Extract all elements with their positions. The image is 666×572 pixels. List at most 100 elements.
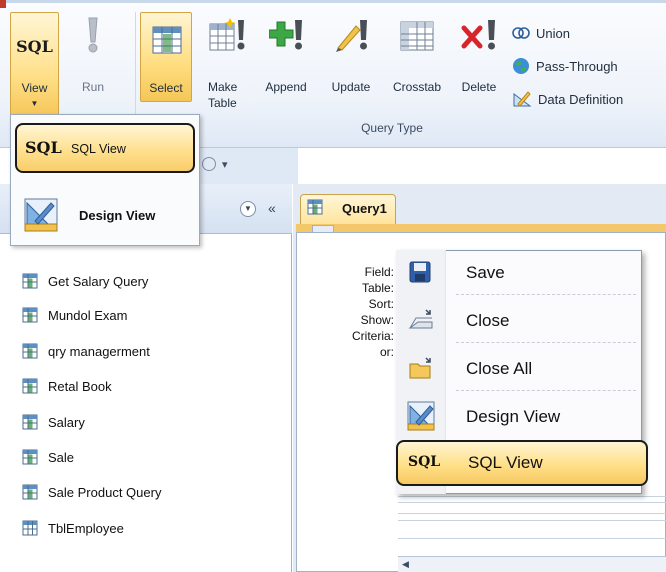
- run-button[interactable]: Run: [74, 12, 112, 102]
- globe-icon: [513, 58, 529, 74]
- close-all-icon: [409, 357, 431, 379]
- query-icon: [22, 273, 38, 289]
- nav-item-label: Salary: [48, 414, 85, 430]
- data-definition-button[interactable]: Data Definition: [512, 88, 623, 110]
- sql-icon: SQL: [408, 454, 441, 470]
- grid-row-label: or:: [379, 345, 394, 359]
- query-icon: [22, 414, 38, 430]
- view-dropdown-menu: SQL SQL View Design View: [10, 114, 200, 246]
- nav-item-label: TblEmployee: [48, 520, 124, 536]
- design-view-menu-item[interactable]: Design View: [15, 191, 195, 239]
- view-button[interactable]: SQL View ▼: [10, 12, 59, 116]
- update-pencil-icon: [336, 20, 367, 52]
- append-icon: [269, 20, 302, 50]
- grid-line: [398, 520, 666, 521]
- save-icon: [409, 261, 431, 283]
- tab-underline: [296, 224, 666, 232]
- tab-label: Query1: [342, 201, 387, 216]
- append-label: Append: [265, 80, 307, 94]
- make-table-label-line2: Table: [208, 96, 237, 110]
- context-item-label: SQL View: [468, 453, 543, 472]
- query-type-group-label: Query Type: [361, 121, 423, 135]
- select-label: Select: [149, 81, 183, 95]
- nav-item-query[interactable]: Retal Book: [22, 375, 112, 397]
- crosstab-button[interactable]: Crosstab: [383, 12, 451, 102]
- menu-item-label: Design View: [79, 208, 156, 223]
- context-design-view-item[interactable]: Design View: [396, 394, 642, 440]
- context-item-label: Close: [466, 311, 510, 330]
- qat-dropdown-icon[interactable]: ▾: [222, 158, 228, 171]
- sql-icon: SQL: [25, 138, 62, 157]
- sql-view-menu-item[interactable]: SQL SQL View: [15, 123, 195, 173]
- scroll-left-icon[interactable]: ◀: [402, 559, 409, 570]
- menu-separator: [456, 342, 636, 343]
- nav-item-query[interactable]: Sale Product Query: [22, 481, 161, 503]
- ribbon-separator: [135, 12, 136, 116]
- query-icon: [22, 343, 38, 359]
- nav-item-query[interactable]: Mundol Exam: [22, 304, 127, 326]
- nav-item-query[interactable]: qry managerment: [22, 340, 150, 362]
- context-item-label: Design View: [466, 407, 561, 426]
- table-icon: [22, 520, 38, 536]
- nav-item-query[interactable]: Salary: [22, 411, 85, 433]
- grid-row-label: Field:: [364, 265, 394, 279]
- union-label: Union: [536, 25, 570, 41]
- query-icon: [22, 307, 38, 323]
- context-save-item[interactable]: Save: [396, 250, 642, 296]
- context-close-all-item[interactable]: Close All: [396, 346, 642, 392]
- nav-item-label: qry managerment: [48, 343, 150, 359]
- design-view-icon: [24, 198, 58, 232]
- crosstab-label: Crosstab: [392, 80, 442, 94]
- context-item-label: Close All: [466, 359, 533, 378]
- run-label: Run: [81, 80, 104, 94]
- delete-label: Delete: [461, 80, 497, 94]
- context-sql-view-item[interactable]: SQL SQL View: [396, 440, 648, 486]
- shutter-bar-collapse-icon[interactable]: «: [268, 200, 276, 216]
- nav-item-label: Get Salary Query: [48, 273, 149, 289]
- update-button[interactable]: Update: [320, 12, 382, 102]
- exclamation-icon: [88, 17, 98, 53]
- pass-through-button[interactable]: Pass-Through: [512, 55, 618, 77]
- nav-item-label: Mundol Exam: [48, 307, 128, 323]
- grid-line: [398, 538, 666, 539]
- select-button[interactable]: Select: [140, 12, 192, 102]
- nav-item-label: Sale Product Query: [48, 484, 162, 500]
- query-icon: [22, 449, 38, 465]
- make-table-label-line1: Make: [208, 80, 238, 94]
- update-label: Update: [331, 80, 371, 94]
- horizontal-scrollbar[interactable]: [398, 556, 666, 572]
- menu-item-label: SQL View: [71, 142, 126, 156]
- delete-button[interactable]: Delete: [452, 12, 506, 102]
- make-table-button[interactable]: Make Table: [204, 12, 250, 122]
- grid-row-label: Table:: [361, 281, 394, 295]
- query-icon: [22, 378, 38, 394]
- make-table-icon: [209, 18, 245, 51]
- append-button[interactable]: Append: [257, 12, 315, 102]
- chevron-down-icon: ▼: [30, 99, 39, 108]
- grid-row-label: Criteria:: [351, 329, 394, 343]
- menu-separator: [456, 294, 636, 295]
- sql-icon: SQL: [16, 37, 53, 56]
- nav-item-table[interactable]: TblEmployee: [22, 517, 124, 539]
- grid-line: [398, 502, 666, 503]
- table-pane-scrollbar[interactable]: [312, 225, 334, 233]
- nav-options-dropdown-icon[interactable]: ▼: [240, 201, 256, 217]
- data-definition-label: Data Definition: [538, 91, 624, 107]
- crosstab-icon: [400, 21, 434, 51]
- nav-item-query[interactable]: Sale: [22, 446, 74, 468]
- union-button[interactable]: Union: [512, 22, 570, 44]
- context-close-item[interactable]: Close: [396, 298, 642, 344]
- nav-item-label: Sale: [48, 449, 75, 465]
- search-icon[interactable]: [202, 157, 216, 171]
- delete-x-icon: [461, 20, 495, 50]
- close-icon: [408, 309, 433, 329]
- nav-item-query[interactable]: Get Salary Query: [22, 270, 148, 292]
- nav-item-label: Retal Book: [48, 378, 112, 394]
- view-button-label: View: [21, 81, 48, 95]
- grid-row-label: Sort:: [368, 297, 394, 311]
- menu-separator: [456, 390, 636, 391]
- data-definition-icon: [513, 91, 532, 107]
- query-icon: [307, 199, 323, 218]
- union-icon: [512, 27, 530, 39]
- select-query-icon: [152, 26, 182, 54]
